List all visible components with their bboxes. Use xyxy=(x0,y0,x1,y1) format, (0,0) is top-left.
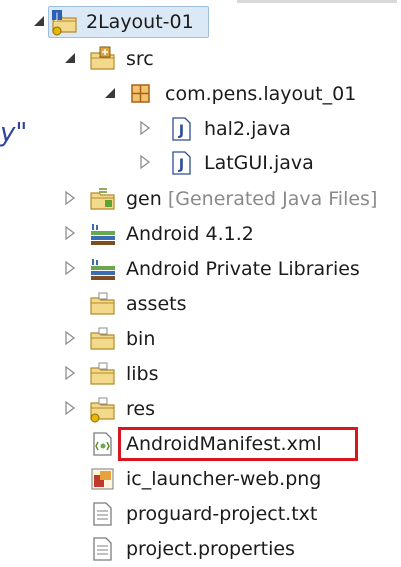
tree-item-label: com.pens.layout_01 xyxy=(165,81,356,107)
text-file-icon xyxy=(88,535,118,563)
tree-item-name: hal2.java xyxy=(204,118,291,140)
tree-item-name: com.pens.layout_01 xyxy=(165,83,357,105)
tree-item-label: assets xyxy=(126,291,186,317)
library-icon xyxy=(88,220,118,248)
tree-item-label: proguard-project.txt xyxy=(126,501,317,527)
tree-item-label: project.properties xyxy=(126,536,295,562)
tree-item[interactable]: Android 4.1.2 xyxy=(0,217,401,251)
tree-item-name: assets xyxy=(126,293,187,315)
package-explorer-tree: y" J 2Layout-01 src com.pens.layout_01 Jhal2… xyxy=(0,0,401,564)
tree-item-name: Android Private Libraries xyxy=(126,258,360,280)
library-icon xyxy=(88,255,118,283)
tree-item-name: proguard-project.txt xyxy=(126,503,318,525)
tree-item-name: libs xyxy=(126,363,159,385)
tree-item-label: 2Layout-01 xyxy=(86,9,194,35)
tree-item-name: Android 4.1.2 xyxy=(126,223,254,245)
source-folder-icon xyxy=(88,45,118,73)
tree-item-name: bin xyxy=(126,328,156,350)
text-file-icon xyxy=(88,500,118,528)
tree-item-label: LatGUI.java xyxy=(204,150,314,176)
collapsed-arrow-icon[interactable] xyxy=(63,330,77,346)
collapsed-arrow-icon[interactable] xyxy=(63,260,77,276)
folder-icon xyxy=(88,290,118,318)
image-file-icon xyxy=(88,465,118,493)
tree-item[interactable]: ic_launcher-web.png xyxy=(0,462,401,496)
tree-item-name: project.properties xyxy=(126,538,295,560)
tree-item[interactable]: gen [Generated Java Files] xyxy=(0,182,401,216)
tree-item-name: gen xyxy=(126,188,162,210)
folder-icon xyxy=(88,360,118,388)
tree-item-name: ic_launcher-web.png xyxy=(126,468,322,490)
java-file-icon: J xyxy=(166,115,196,143)
tree-item-decoration: [Generated Java Files] xyxy=(161,188,378,210)
scroll-edge xyxy=(237,0,397,3)
svg-text:J: J xyxy=(178,157,184,173)
tree-item-label: Android 4.1.2 xyxy=(126,221,254,247)
xml-file-icon xyxy=(88,430,118,458)
tree-item-label: Android Private Libraries xyxy=(126,256,360,282)
tree-item[interactable]: Jhal2.java xyxy=(0,112,401,146)
tree-item-label: gen [Generated Java Files] xyxy=(126,186,377,212)
tree-item-label: res xyxy=(126,396,155,422)
red-highlight-box xyxy=(118,427,358,461)
tree-item-name: src xyxy=(126,48,154,70)
tree-item[interactable]: src xyxy=(0,42,401,76)
tree-item-name: 2Layout-01 xyxy=(86,11,194,33)
tree-item[interactable]: res xyxy=(0,392,401,426)
folder-icon xyxy=(88,325,118,353)
tree-item[interactable]: project.properties xyxy=(0,532,401,566)
svg-text:J: J xyxy=(55,12,59,22)
tree-item-label: libs xyxy=(126,361,159,387)
package-icon xyxy=(126,80,156,108)
collapsed-arrow-icon[interactable] xyxy=(138,120,152,136)
tree-item[interactable]: assets xyxy=(0,287,401,321)
expanded-arrow-icon[interactable] xyxy=(103,85,117,101)
collapsed-arrow-icon[interactable] xyxy=(63,400,77,416)
tree-item-label: src xyxy=(126,46,154,72)
tree-item-label: ic_launcher-web.png xyxy=(126,466,321,492)
tree-item[interactable]: Android Private Libraries xyxy=(0,252,401,286)
tree-item[interactable]: bin xyxy=(0,322,401,356)
android-project-icon: J xyxy=(50,8,80,36)
tree-item-name: res xyxy=(126,398,155,420)
generated-folder-icon xyxy=(88,185,118,213)
tree-item[interactable]: J LatGUI.java xyxy=(0,146,401,180)
tree-item-label: hal2.java xyxy=(204,116,291,142)
tree-item[interactable]: AndroidManifest.xml xyxy=(0,427,401,461)
tree-item-name: LatGUI.java xyxy=(204,152,314,174)
expanded-arrow-icon[interactable] xyxy=(32,13,46,29)
resource-folder-icon xyxy=(88,395,118,423)
svg-text:J: J xyxy=(178,123,184,139)
collapsed-arrow-icon[interactable] xyxy=(63,225,77,241)
tree-item-label: bin xyxy=(126,326,155,352)
expanded-arrow-icon[interactable] xyxy=(63,50,77,66)
collapsed-arrow-icon[interactable] xyxy=(138,154,152,170)
tree-item[interactable]: com.pens.layout_01 xyxy=(0,77,401,111)
tree-item[interactable]: libs xyxy=(0,357,401,391)
collapsed-arrow-icon[interactable] xyxy=(63,190,77,206)
java-file-icon: J xyxy=(166,149,196,177)
tree-item[interactable]: proguard-project.txt xyxy=(0,497,401,531)
collapsed-arrow-icon[interactable] xyxy=(63,365,77,381)
tree-item[interactable]: J 2Layout-01 xyxy=(0,5,401,39)
